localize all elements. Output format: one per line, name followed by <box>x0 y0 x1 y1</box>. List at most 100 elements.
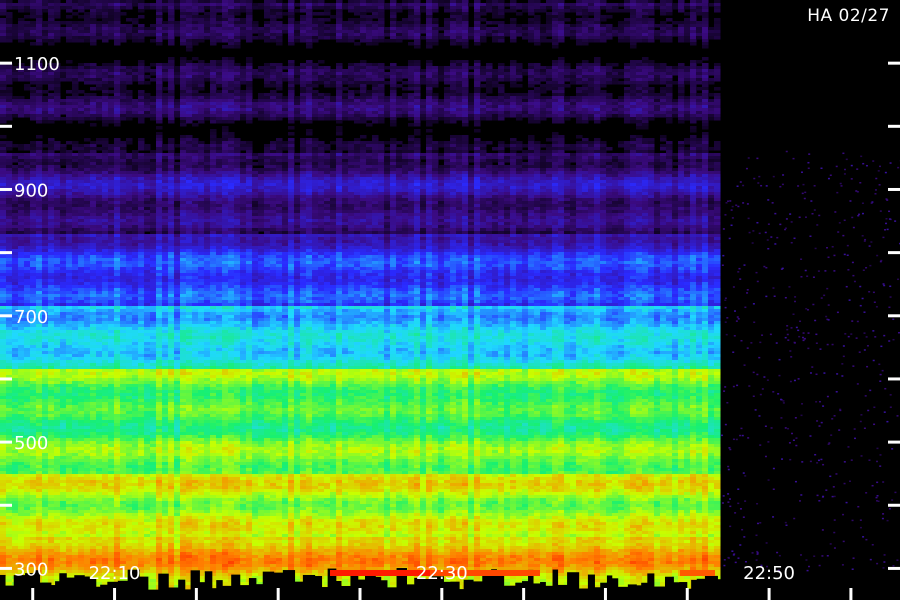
heatmap-cell <box>48 339 55 343</box>
heatmap-cell <box>6 240 13 244</box>
heatmap-cell <box>84 357 91 361</box>
heatmap-cell <box>156 75 163 79</box>
heatmap-cell <box>126 192 133 196</box>
heatmap-cell <box>18 243 25 247</box>
heatmap-cell <box>0 174 7 178</box>
heatmap-cell <box>48 390 55 394</box>
heatmap-cell <box>138 105 145 109</box>
heatmap-cell <box>150 468 157 472</box>
heatmap-cell <box>6 291 13 295</box>
heatmap-cell <box>60 447 67 451</box>
heatmap-cell <box>114 123 121 127</box>
heatmap-cell <box>78 438 85 442</box>
heatmap-cell <box>108 342 115 346</box>
heatmap-cell <box>126 423 133 427</box>
heatmap-cell <box>120 273 127 277</box>
heatmap-cell <box>6 534 13 538</box>
heatmap-cell <box>18 36 25 40</box>
heatmap-cell <box>126 27 133 31</box>
heatmap-cell <box>18 273 25 277</box>
heatmap-cell <box>60 291 67 295</box>
heatmap-cell <box>126 282 133 286</box>
heatmap-cell <box>162 180 169 184</box>
heatmap-cell <box>42 405 49 409</box>
heatmap-cell <box>84 78 91 82</box>
heatmap-cell <box>156 117 163 121</box>
heatmap-cell <box>150 231 157 235</box>
heatmap-cell <box>126 507 133 511</box>
heatmap-cell <box>60 510 67 514</box>
heatmap-cell <box>6 492 13 496</box>
heatmap-cell <box>132 183 139 187</box>
heatmap-cell <box>144 300 151 304</box>
heatmap-cell <box>126 255 133 259</box>
heatmap-cell <box>30 240 37 244</box>
heatmap-cell <box>150 234 157 238</box>
heatmap-cell <box>84 66 91 70</box>
heatmap-cell <box>162 174 169 178</box>
heatmap-cell <box>66 420 73 424</box>
heatmap-cell <box>150 342 157 346</box>
heatmap-cell <box>66 438 73 442</box>
heatmap-cell <box>138 186 145 190</box>
heatmap-cell <box>66 15 73 19</box>
heatmap-cell <box>42 396 49 400</box>
heatmap-cell <box>84 483 91 487</box>
heatmap-cell <box>0 300 7 304</box>
heatmap-cell <box>12 276 19 280</box>
heatmap-cell <box>102 405 109 409</box>
heatmap-cell <box>54 231 61 235</box>
heatmap-cell <box>144 270 151 274</box>
heatmap-cell <box>42 297 49 301</box>
heatmap-cell <box>150 117 157 121</box>
heatmap-cell <box>72 300 79 304</box>
heatmap-cell <box>132 108 139 112</box>
heatmap-cell <box>66 453 73 457</box>
heatmap-cell <box>0 90 7 94</box>
heatmap-cell <box>30 21 37 25</box>
heatmap-cell <box>12 381 19 385</box>
heatmap-cell <box>156 288 163 292</box>
heatmap-cell <box>84 192 91 196</box>
heatmap-cell <box>60 246 67 250</box>
heatmap-cell <box>36 267 43 271</box>
heatmap-cell <box>114 165 121 169</box>
heatmap-cell <box>54 258 61 262</box>
heatmap-cell <box>144 471 151 475</box>
heatmap-cell <box>114 213 121 217</box>
heatmap-cell <box>72 243 79 247</box>
heatmap-cell <box>96 390 103 394</box>
heatmap-cell <box>48 174 55 178</box>
heatmap-cell <box>54 432 61 436</box>
heatmap-cell <box>84 198 91 202</box>
heatmap-cell <box>84 165 91 169</box>
heatmap-cell <box>150 204 157 208</box>
heatmap-cell <box>48 81 55 85</box>
heatmap-cell <box>102 63 109 67</box>
heatmap-cell <box>138 297 145 301</box>
heatmap-cell <box>162 294 169 298</box>
heatmap-cell <box>72 252 79 256</box>
heatmap-cell <box>18 222 25 226</box>
heatmap-cell <box>96 489 103 493</box>
heatmap-cell <box>102 153 109 157</box>
heatmap-cell <box>72 570 79 574</box>
heatmap-cell <box>144 309 151 313</box>
heatmap-cell <box>114 444 121 448</box>
heatmap-cell <box>72 153 79 157</box>
heatmap-cell <box>66 423 73 427</box>
heatmap-cell <box>132 543 139 547</box>
heatmap-cell <box>138 276 145 280</box>
heatmap-cell <box>24 264 31 268</box>
heatmap-cell <box>120 531 127 535</box>
heatmap-cell <box>72 177 79 181</box>
heatmap-cell <box>102 327 109 331</box>
heatmap-cell <box>18 18 25 22</box>
heatmap-cell <box>30 405 37 409</box>
heatmap-cell <box>114 117 121 121</box>
heatmap-cell <box>72 417 79 421</box>
heatmap-cell <box>150 96 157 100</box>
heatmap-cell <box>60 222 67 226</box>
heatmap-cell <box>48 267 55 271</box>
heatmap-cell <box>114 204 121 208</box>
